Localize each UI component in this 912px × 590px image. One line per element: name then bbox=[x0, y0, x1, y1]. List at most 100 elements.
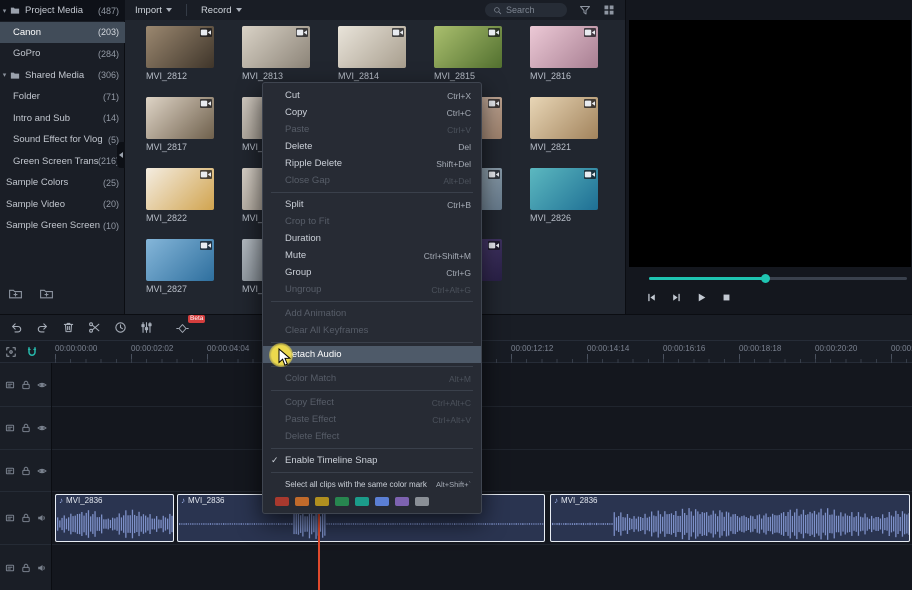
menu-item-detach-audio[interactable]: Detach Audio bbox=[263, 346, 481, 363]
menu-item-delete[interactable]: Delete Del bbox=[263, 138, 481, 155]
sidebar-item-folder[interactable]: Folder (71) bbox=[0, 86, 125, 107]
sidebar-item-canon[interactable]: Canon (203) bbox=[0, 21, 125, 43]
media-item-name: MVI_2812 bbox=[146, 71, 188, 81]
magnet-icon[interactable] bbox=[26, 346, 38, 358]
timeline-track-video-1[interactable] bbox=[52, 363, 912, 407]
previous-frame-button[interactable] bbox=[646, 292, 657, 303]
new-shared-folder-button[interactable] bbox=[39, 287, 54, 300]
menu-item-shortcut: Ctrl+Alt+C bbox=[431, 397, 471, 408]
filter-icon[interactable] bbox=[579, 4, 591, 16]
menu-item-copy[interactable]: Copy Ctrl+C bbox=[263, 104, 481, 121]
clip-name: MVI_2836 bbox=[561, 496, 598, 505]
media-item[interactable]: MVI_2815 bbox=[434, 26, 514, 81]
sidebar-item-sample-colors[interactable]: Sample Colors (25) bbox=[0, 172, 125, 193]
media-thumbnail bbox=[338, 26, 406, 68]
sidebar-item-shared-media[interactable]: ▾ Shared Media (306) bbox=[0, 65, 125, 86]
new-folder-button[interactable] bbox=[8, 287, 23, 300]
play-button[interactable] bbox=[696, 292, 707, 303]
color-swatch[interactable] bbox=[315, 496, 329, 506]
media-item[interactable]: MVI_2827 bbox=[146, 239, 226, 294]
color-swatch[interactable] bbox=[375, 496, 389, 506]
menu-item-enable-timeline-snap[interactable]: ✓ Enable Timeline Snap bbox=[263, 452, 481, 469]
sidebar-item-green-screen-trans[interactable]: Green Screen Trans (216) bbox=[0, 151, 125, 172]
track-options-icon[interactable] bbox=[5, 380, 15, 390]
redo-icon[interactable] bbox=[36, 321, 49, 334]
color-swatch[interactable] bbox=[395, 496, 409, 506]
search-input[interactable]: Search bbox=[485, 3, 567, 17]
timeline-track-audio-5[interactable] bbox=[52, 545, 912, 590]
sidebar-item-intro-and-sub[interactable]: Intro and Sub (14) bbox=[0, 108, 125, 129]
timeline-track-video-3[interactable] bbox=[52, 450, 912, 492]
keyframe-tool-button[interactable]: Beta bbox=[176, 314, 206, 336]
stop-button[interactable] bbox=[721, 292, 732, 303]
color-swatch[interactable] bbox=[415, 496, 429, 506]
track-options-icon[interactable] bbox=[5, 466, 15, 476]
menu-item-mute[interactable]: Mute Ctrl+Shift+M bbox=[263, 247, 481, 264]
media-thumbnail bbox=[146, 26, 214, 68]
track-options-icon[interactable] bbox=[5, 513, 15, 523]
delete-icon[interactable] bbox=[62, 321, 75, 334]
media-item-name: MVI_2817 bbox=[146, 142, 188, 152]
sidebar-footer bbox=[8, 287, 54, 300]
eye-icon[interactable] bbox=[37, 423, 47, 433]
seek-bar[interactable] bbox=[649, 274, 907, 283]
menu-item-ripple-delete[interactable]: Ripple Delete Shift+Del bbox=[263, 155, 481, 172]
timeline-clip[interactable]: ♪ MVI_2836 bbox=[55, 494, 174, 542]
lock-icon[interactable] bbox=[21, 466, 31, 476]
menu-item-cut[interactable]: Cut Ctrl+X bbox=[263, 87, 481, 104]
speaker-icon[interactable] bbox=[37, 563, 47, 573]
menu-item-select-all-clips-with-the-same-color-mark[interactable]: Select all clips with the same color mar… bbox=[263, 476, 481, 493]
sidebar-item-sample-green-screen[interactable]: Sample Green Screen (10) bbox=[0, 215, 125, 236]
split-icon[interactable] bbox=[88, 321, 101, 334]
timeline-track-video-2[interactable] bbox=[52, 407, 912, 450]
audio-mixer-icon[interactable] bbox=[140, 321, 153, 334]
menu-item-group[interactable]: Group Ctrl+G bbox=[263, 264, 481, 281]
sidebar-item-count: (216) bbox=[97, 156, 119, 166]
speaker-icon[interactable] bbox=[37, 513, 47, 523]
media-item-name: MVI_2826 bbox=[530, 213, 572, 223]
media-item[interactable]: MVI_2813 bbox=[242, 26, 322, 81]
seek-knob[interactable] bbox=[761, 274, 771, 283]
sidebar-item-project-media[interactable]: ▾ Project Media (487) bbox=[0, 0, 125, 21]
menu-item-duration[interactable]: Duration bbox=[263, 230, 481, 247]
eye-icon[interactable] bbox=[37, 380, 47, 390]
media-item[interactable]: MVI_2814 bbox=[338, 26, 418, 81]
media-item[interactable]: MVI_2812 bbox=[146, 26, 226, 81]
sidebar-item-sample-video[interactable]: Sample Video (20) bbox=[0, 194, 125, 215]
lock-icon[interactable] bbox=[21, 563, 31, 573]
track-area: ♪ MVI_2836 ♪ MVI_2836 ♪ MVI_2836 bbox=[52, 363, 912, 590]
sidebar-item-count: (14) bbox=[102, 113, 119, 123]
media-item[interactable]: MVI_2822 bbox=[146, 168, 226, 223]
import-button[interactable]: Import bbox=[135, 5, 172, 16]
record-button[interactable]: Record bbox=[201, 5, 242, 16]
frame-icon[interactable] bbox=[5, 346, 17, 358]
media-thumbnail bbox=[146, 97, 214, 139]
color-swatch[interactable] bbox=[275, 496, 289, 506]
menu-item-shortcut: Del bbox=[458, 141, 471, 152]
track-options-icon[interactable] bbox=[5, 423, 15, 433]
timeline-ruler[interactable]: 00:00:00:0000:00:02:0200:00:04:0400:00:0… bbox=[52, 341, 912, 363]
menu-item-split[interactable]: Split Ctrl+B bbox=[263, 196, 481, 213]
lock-icon[interactable] bbox=[21, 513, 31, 523]
media-item[interactable]: MVI_2821 bbox=[530, 97, 610, 152]
media-item[interactable]: MVI_2817 bbox=[146, 97, 226, 152]
track-options-icon[interactable] bbox=[5, 563, 15, 573]
media-item[interactable]: MVI_2816 bbox=[530, 26, 610, 81]
color-swatch[interactable] bbox=[295, 496, 309, 506]
lock-icon[interactable] bbox=[21, 423, 31, 433]
next-frame-button[interactable] bbox=[671, 292, 682, 303]
menu-item-label: Copy Effect bbox=[285, 397, 334, 408]
sidebar-item-gopro[interactable]: GoPro (284) bbox=[0, 43, 125, 64]
color-swatch[interactable] bbox=[355, 496, 369, 506]
undo-icon[interactable] bbox=[10, 321, 23, 334]
sidebar-collapse-handle[interactable] bbox=[117, 142, 125, 168]
view-grid-icon[interactable] bbox=[603, 4, 615, 16]
sidebar-item-sound-effect-for-vlog[interactable]: Sound Effect for Vlog (5) bbox=[0, 129, 125, 150]
media-item[interactable]: MVI_2826 bbox=[530, 168, 610, 223]
speed-icon[interactable] bbox=[114, 321, 127, 334]
lock-icon[interactable] bbox=[21, 380, 31, 390]
video-camera-icon bbox=[584, 99, 596, 108]
color-swatch[interactable] bbox=[335, 496, 349, 506]
timeline-clip[interactable]: ♪ MVI_2836 bbox=[550, 494, 910, 542]
eye-icon[interactable] bbox=[37, 466, 47, 476]
